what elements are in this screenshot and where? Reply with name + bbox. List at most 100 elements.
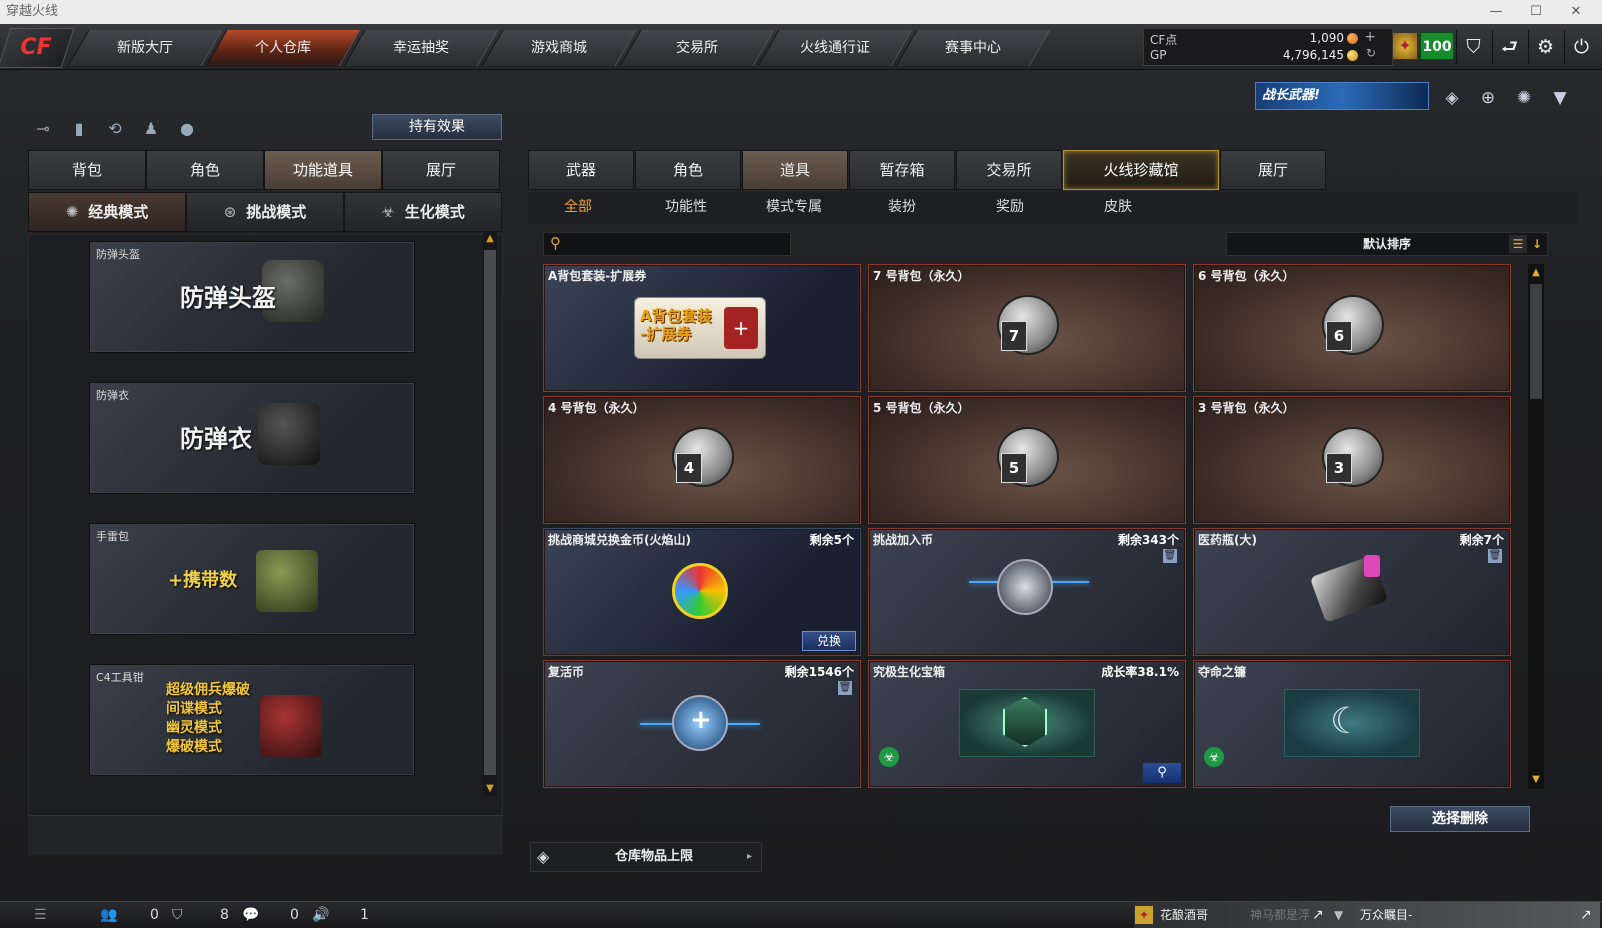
item-card[interactable]: 夺命之镰 ☾ ☣ bbox=[1193, 660, 1511, 788]
refresh-gp-icon[interactable]: ↻ bbox=[1366, 46, 1376, 60]
item-card[interactable]: 挑战商城兑换金币(火焰山) 剩余5个 兑换 bbox=[543, 528, 861, 656]
level-badge[interactable]: 100 bbox=[1420, 32, 1454, 60]
mode-tab-challenge[interactable]: ⊛ 挑战模式 bbox=[186, 192, 344, 232]
music-ticker: ✦ 花酿酒哥 神马都是浮 ↗ ▼ 万众瞩目- ↗ bbox=[1134, 902, 1600, 928]
grid-scrollbar[interactable]: ▲ ▼ bbox=[1528, 264, 1544, 789]
trash-icon[interactable]: 🗑 bbox=[838, 681, 852, 695]
scroll-up-icon[interactable]: ▲ bbox=[483, 232, 497, 246]
expand-icon[interactable]: ↗ bbox=[1312, 902, 1324, 928]
scroll-up-icon[interactable]: ▲ bbox=[1529, 266, 1543, 280]
right-top-strip bbox=[528, 112, 1578, 140]
left-panel: ⊸ ▮ ⟲ ♟ ● 持有效果 背包 角色 功能道具 展厅 ✺ 经典模式 ⊛ 挑战模式… bbox=[28, 112, 503, 836]
subtab-rewards[interactable]: 奖励 bbox=[960, 192, 1060, 224]
cog-badge-icon[interactable]: ✺ bbox=[1510, 84, 1538, 112]
scroll-thumb[interactable] bbox=[484, 250, 496, 775]
expand-icon[interactable]: ↗ bbox=[1580, 902, 1592, 928]
item-card[interactable]: 复活币 剩余1546个 🗑 + bbox=[543, 660, 861, 788]
trash-icon[interactable]: 🗑 bbox=[1488, 549, 1502, 563]
storage-limit-button[interactable]: ◈ 仓库物品上限 ▸ bbox=[530, 842, 762, 872]
menu-list-icon[interactable]: ☰ bbox=[34, 902, 47, 928]
gear-icon[interactable]: ⚙ bbox=[1528, 30, 1562, 64]
subtab-all[interactable]: 全部 bbox=[528, 192, 628, 224]
right-tab-exchange[interactable]: 交易所 bbox=[956, 150, 1062, 190]
magnify-button[interactable]: ⚲ bbox=[1143, 763, 1181, 783]
nav-tab-pass[interactable]: 火线通行证 bbox=[757, 30, 913, 66]
close-icon[interactable]: ✕ bbox=[1556, 0, 1596, 24]
subtab-mode-exclusive[interactable]: 模式专属 bbox=[744, 192, 844, 224]
nav-tab-exchange[interactable]: 交易所 bbox=[619, 30, 775, 66]
scroll-down-icon[interactable]: ▼ bbox=[1529, 773, 1543, 787]
sort-direction-icon[interactable]: ↓ bbox=[1529, 235, 1545, 253]
search-box: ⚲ bbox=[543, 232, 791, 256]
item-card[interactable]: 5 号背包（永久） 5 bbox=[868, 396, 1186, 524]
item-card[interactable]: 3 号背包（永久） 3 bbox=[1193, 396, 1511, 524]
item-card[interactable]: A背包套装-扩展券 A背包套装 -扩展券 + bbox=[543, 264, 861, 392]
mode-tab-biohazard[interactable]: ☣ 生化模式 bbox=[344, 192, 502, 232]
mode-tab-classic[interactable]: ✺ 经典模式 bbox=[28, 192, 186, 232]
friends-icon[interactable]: 👥 bbox=[100, 902, 117, 928]
rank-badge-icon[interactable]: ✦ bbox=[1392, 32, 1418, 60]
chat-icon[interactable]: 💬 bbox=[242, 902, 259, 928]
stats-icon[interactable]: ▮ bbox=[66, 116, 92, 142]
item-card[interactable]: 医药瓶(大) 剩余7个 🗑 bbox=[1193, 528, 1511, 656]
subtab-skins[interactable]: 皮肤 bbox=[1068, 192, 1168, 224]
search-input[interactable] bbox=[572, 235, 786, 253]
select-delete-button[interactable]: 选择删除 bbox=[1390, 806, 1530, 832]
ticker-avatar-icon: ✦ bbox=[1134, 905, 1154, 925]
power-icon[interactable]: ⏻ bbox=[1564, 30, 1598, 64]
left-tab-showroom[interactable]: 展厅 bbox=[382, 150, 500, 190]
character-icon[interactable]: ♟ bbox=[138, 116, 164, 142]
clan-shield-icon[interactable]: ⛉ bbox=[172, 902, 183, 928]
key-icon[interactable]: ⊸ bbox=[30, 116, 56, 142]
right-tab-collection[interactable]: 火线珍藏馆 bbox=[1063, 150, 1219, 190]
list-item-grenade-pack[interactable]: 手雷包 +携带数 bbox=[89, 523, 415, 635]
growth-weapon-banner[interactable]: 战长武器! bbox=[1255, 82, 1429, 110]
scroll-thumb[interactable] bbox=[1530, 284, 1542, 399]
left-tab-functional-items[interactable]: 功能道具 bbox=[264, 150, 382, 190]
item-card[interactable]: 究极生化宝箱 成长率38.1% ☣ ⚲ bbox=[868, 660, 1186, 788]
right-tab-roles[interactable]: 角色 bbox=[635, 150, 741, 190]
scroll-down-icon[interactable]: ▼ bbox=[483, 782, 497, 796]
exchange-button[interactable]: 兑换 bbox=[802, 631, 856, 651]
nav-tab-events[interactable]: 赛事中心 bbox=[895, 30, 1051, 66]
item-card[interactable]: 4 号背包（永久） 4 bbox=[543, 396, 861, 524]
left-tab-backpack[interactable]: 背包 bbox=[28, 150, 146, 190]
item-card[interactable]: 6 号背包（永久） 6 bbox=[1193, 264, 1511, 392]
maximize-icon[interactable]: ☐ bbox=[1516, 0, 1556, 24]
speaker-icon[interactable]: 🔊 bbox=[312, 902, 329, 928]
nav-tab-lottery[interactable]: 幸运抽奖 bbox=[343, 30, 499, 66]
item-card[interactable]: 挑战加入币 剩余343个 🗑 bbox=[868, 528, 1186, 656]
right-tab-items[interactable]: 道具 bbox=[742, 150, 848, 190]
right-tab-storage-box[interactable]: 暂存箱 bbox=[849, 150, 955, 190]
nav-tab-shop[interactable]: 游戏商城 bbox=[481, 30, 637, 66]
globe-icon[interactable]: ⊕ bbox=[1474, 84, 1502, 112]
right-tab-showroom[interactable]: 展厅 bbox=[1220, 150, 1326, 190]
nav-tab-lobby[interactable]: 新版大厅 bbox=[67, 30, 223, 66]
return-icon[interactable]: ⮐ bbox=[1492, 30, 1526, 64]
nav-tab-warehouse[interactable]: 个人仓库 bbox=[205, 30, 361, 66]
list-view-icon[interactable]: ☰ bbox=[1509, 235, 1527, 253]
add-cf-icon[interactable]: + bbox=[1364, 29, 1376, 45]
minimize-icon[interactable]: — bbox=[1476, 0, 1516, 24]
left-scrollbar[interactable]: ▲ ▼ bbox=[483, 232, 497, 796]
list-item-c4-tool[interactable]: C4工具钳 超级佣兵爆破 间谍模式 幽灵模式 爆破模式 bbox=[89, 664, 415, 776]
shield-icon[interactable]: ⛉ bbox=[1456, 30, 1490, 64]
right-tab-weapons[interactable]: 武器 bbox=[528, 150, 634, 190]
list-item-helmet[interactable]: 防弹头盔 防弹头盔 bbox=[89, 241, 415, 353]
grenade-icon[interactable]: ● bbox=[174, 116, 200, 142]
cf-logo[interactable]: CF bbox=[0, 28, 75, 68]
hold-effect-button[interactable]: 持有效果 bbox=[372, 114, 502, 140]
cross-icon: + bbox=[690, 705, 712, 735]
item-card[interactable]: 7 号背包（永久） 7 bbox=[868, 264, 1186, 392]
wings-icon[interactable]: ▼ bbox=[1546, 84, 1574, 112]
emblem-icon[interactable]: ◈ bbox=[1438, 84, 1466, 112]
subtab-functional[interactable]: 功能性 bbox=[636, 192, 736, 224]
trash-icon[interactable]: 🗑 bbox=[1163, 549, 1177, 563]
subtab-dressup[interactable]: 装扮 bbox=[852, 192, 952, 224]
history-icon[interactable]: ⟲ bbox=[102, 116, 128, 142]
list-item-vest[interactable]: 防弹衣 防弹衣 bbox=[89, 382, 415, 494]
biohazard-icon: ☣ bbox=[1204, 747, 1224, 767]
left-tab-role[interactable]: 角色 bbox=[146, 150, 264, 190]
nav-tab-label: 交易所 bbox=[676, 40, 718, 56]
sort-dropdown[interactable]: 默认排序 ☰ ↓ bbox=[1226, 232, 1548, 256]
